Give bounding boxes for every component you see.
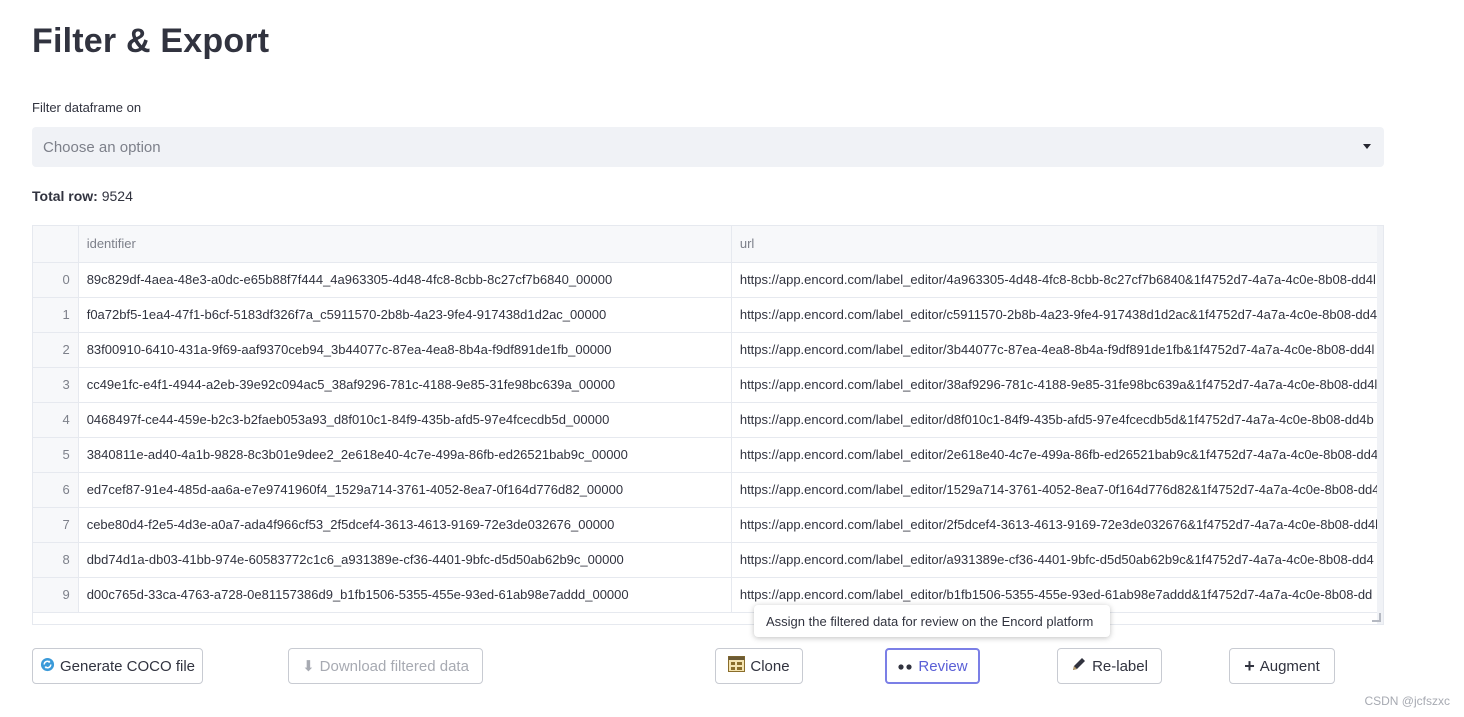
table-header-row: identifier url xyxy=(33,226,1383,263)
eyes-icon xyxy=(897,658,913,675)
table-row[interactable]: 1 f0a72bf5-1ea4-47f1-b6cf-5183df326f7a_c5… xyxy=(33,297,1383,333)
watermark: CSDN @jcfszxc xyxy=(1364,694,1450,708)
table-row[interactable]: 0 89c829df-4aea-48e3-a0dc-e65b88f7f444_4a… xyxy=(33,262,1383,298)
augment-button[interactable]: + Augment xyxy=(1229,648,1335,684)
pencil-icon xyxy=(1071,656,1087,676)
page-title: Filter & Export xyxy=(32,22,270,60)
cell-identifier[interactable]: cc49e1fc-e4f1-4944-a2eb-39e92c094ac5_38a… xyxy=(78,367,732,403)
cell-url[interactable]: https://app.encord.com/label_editor/1529… xyxy=(731,472,1383,508)
cell-url[interactable]: https://app.encord.com/label_editor/3b44… xyxy=(731,332,1383,368)
review-button[interactable]: Review xyxy=(885,648,980,684)
cell-url[interactable]: https://app.encord.com/label_editor/2f5d… xyxy=(731,507,1383,543)
filter-select-placeholder: Choose an option xyxy=(43,138,161,156)
augment-label: Augment xyxy=(1259,657,1320,675)
table-row[interactable]: 8 dbd74d1a-db03-41bb-974e-60583772c1c6_a9… xyxy=(33,542,1383,578)
index-column-header xyxy=(33,226,79,263)
table-row[interactable]: 2 83f00910-6410-431a-9f69-aaf9370ceb94_3b… xyxy=(33,332,1383,368)
cell-identifier[interactable]: dbd74d1a-db03-41bb-974e-60583772c1c6_a93… xyxy=(78,542,732,578)
column-header-identifier[interactable]: identifier xyxy=(78,226,732,263)
download-filtered-label: Download filtered data xyxy=(319,657,469,675)
cell-url[interactable]: https://app.encord.com/label_editor/2e61… xyxy=(731,437,1383,473)
cell-url[interactable]: https://app.encord.com/label_editor/38af… xyxy=(731,367,1383,403)
relabel-button[interactable]: Re-label xyxy=(1057,648,1162,684)
relabel-label: Re-label xyxy=(1092,657,1148,675)
cell-identifier[interactable]: 89c829df-4aea-48e3-a0dc-e65b88f7f444_4a9… xyxy=(78,262,732,298)
chevron-down-icon xyxy=(1363,144,1371,149)
generate-coco-label: Generate COCO file xyxy=(59,657,196,675)
cell-identifier[interactable]: d00c765d-33ca-4763-a728-0e81157386d9_b1f… xyxy=(78,577,732,613)
total-row-label: Total row: xyxy=(32,188,98,204)
cell-url[interactable]: https://app.encord.com/label_editor/c591… xyxy=(731,297,1383,333)
column-header-url[interactable]: url xyxy=(731,226,1383,263)
row-index: 9 xyxy=(33,577,79,613)
review-tooltip: Assign the filtered data for review on t… xyxy=(754,605,1110,637)
row-index: 8 xyxy=(33,542,79,578)
row-index: 2 xyxy=(33,332,79,368)
clone-button[interactable]: Clone xyxy=(715,648,803,684)
cell-identifier[interactable]: ed7cef87-91e4-485d-aa6a-e7e9741960f4_152… xyxy=(78,472,732,508)
table-row[interactable]: 4 0468497f-ce44-459e-b2c3-b2faeb053a93_d8… xyxy=(33,402,1383,438)
table-row[interactable]: 9 d00c765d-33ca-4763-a728-0e81157386d9_b1… xyxy=(33,577,1383,613)
row-index: 0 xyxy=(33,262,79,298)
generate-coco-button[interactable]: Generate COCO file xyxy=(32,648,203,684)
cell-identifier[interactable]: cebe80d4-f2e5-4d3e-a0a7-ada4f966cf53_2f5… xyxy=(78,507,732,543)
table-row[interactable]: 3 cc49e1fc-e4f1-4944-a2eb-39e92c094ac5_38… xyxy=(33,367,1383,403)
cell-url[interactable]: https://app.encord.com/label_editor/d8f0… xyxy=(731,402,1383,438)
download-icon: ⬇ xyxy=(302,658,315,675)
row-index: 1 xyxy=(33,297,79,333)
clone-icon xyxy=(728,656,746,676)
cell-identifier[interactable]: 83f00910-6410-431a-9f69-aaf9370ceb94_3b4… xyxy=(78,332,732,368)
cell-url[interactable]: https://app.encord.com/label_editor/4a96… xyxy=(731,262,1383,298)
filter-select[interactable]: Choose an option xyxy=(32,127,1384,167)
resize-handle-icon[interactable] xyxy=(1372,613,1381,622)
table-row[interactable]: 5 3840811e-ad40-4a1b-9828-8c3b01e9dee2_2e… xyxy=(33,437,1383,473)
table-scrollbar[interactable] xyxy=(1377,226,1383,624)
cell-identifier[interactable]: 0468497f-ce44-459e-b2c3-b2faeb053a93_d8f… xyxy=(78,402,732,438)
row-index: 4 xyxy=(33,402,79,438)
data-table[interactable]: identifier url 0 89c829df-4aea-48e3-a0dc-… xyxy=(32,225,1384,625)
cell-identifier[interactable]: 3840811e-ad40-4a1b-9828-8c3b01e9dee2_2e6… xyxy=(78,437,732,473)
row-index: 6 xyxy=(33,472,79,508)
row-index: 5 xyxy=(33,437,79,473)
review-label: Review xyxy=(918,657,968,675)
refresh-icon xyxy=(40,657,55,676)
row-index: 3 xyxy=(33,367,79,403)
row-index: 7 xyxy=(33,507,79,543)
total-row: Total row: 9524 xyxy=(32,188,133,204)
filter-label: Filter dataframe on xyxy=(32,100,142,115)
cell-url[interactable]: https://app.encord.com/label_editor/a931… xyxy=(731,542,1383,578)
cell-identifier[interactable]: f0a72bf5-1ea4-47f1-b6cf-5183df326f7a_c59… xyxy=(78,297,732,333)
clone-label: Clone xyxy=(750,657,790,675)
plus-icon: + xyxy=(1244,655,1255,676)
total-row-value: 9524 xyxy=(101,188,133,204)
table-row[interactable]: 6 ed7cef87-91e4-485d-aa6a-e7e9741960f4_15… xyxy=(33,472,1383,508)
download-filtered-button[interactable]: ⬇ Download filtered data xyxy=(288,648,483,684)
table-row[interactable]: 7 cebe80d4-f2e5-4d3e-a0a7-ada4f966cf53_2f… xyxy=(33,507,1383,543)
